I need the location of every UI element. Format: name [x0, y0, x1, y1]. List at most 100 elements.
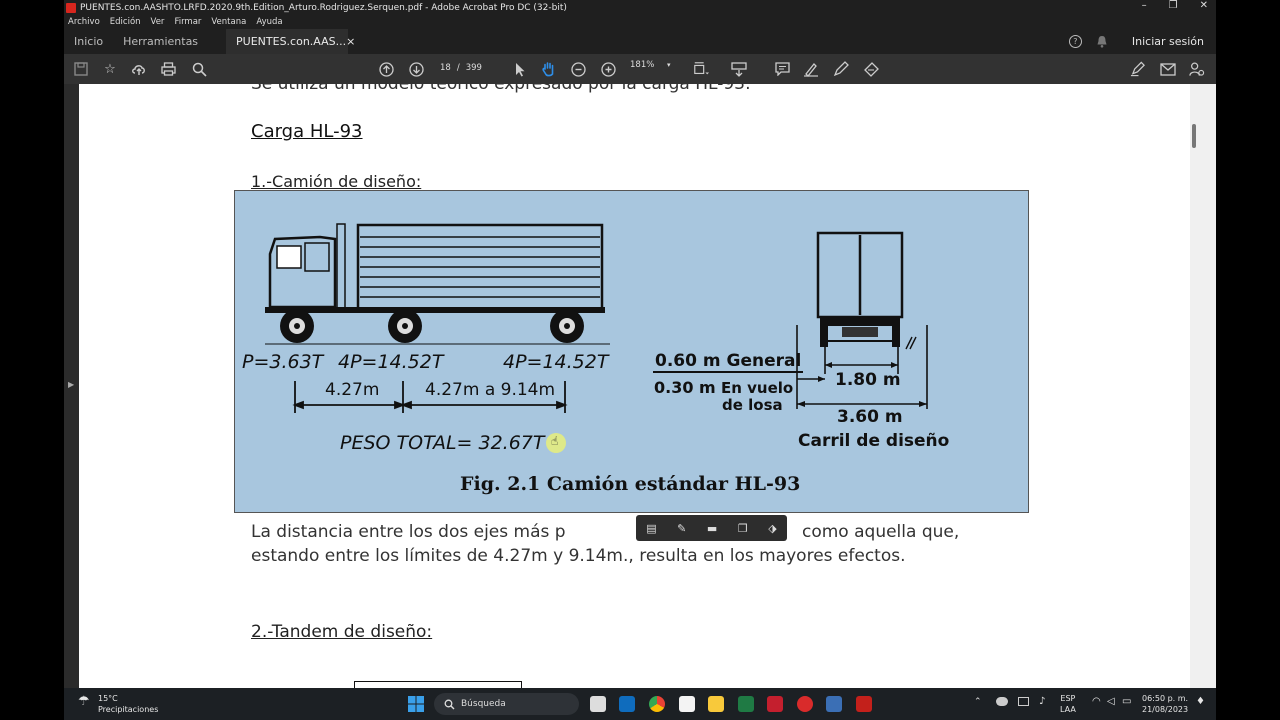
fit-page-icon[interactable]	[693, 61, 709, 77]
minimize-button[interactable]: –	[1142, 0, 1147, 11]
vertical-scrollbar[interactable]	[1190, 84, 1216, 688]
notification-bell-icon[interactable]: ♦	[1196, 696, 1205, 707]
tab-herramientas[interactable]: Herramientas	[113, 29, 208, 54]
search-placeholder: Búsqueda	[461, 699, 506, 709]
scrollbar-thumb[interactable]	[1192, 124, 1196, 148]
taskbar-search[interactable]: Búsqueda	[434, 693, 579, 715]
subheading-camion: 1.-Camión de diseño:	[251, 172, 422, 191]
strikethrough-icon[interactable]: ▬	[707, 522, 717, 535]
volume-icon[interactable]: ◁	[1107, 696, 1115, 707]
bell-icon[interactable]	[1096, 35, 1108, 48]
load-p2: 4P=14.52T	[338, 351, 444, 373]
document-viewport[interactable]: ▶ ◀ Se utiliza un modelo teórico expresa…	[64, 84, 1216, 688]
maximize-button[interactable]: ❐	[1169, 0, 1178, 11]
fill-sign-icon[interactable]: ⬗	[768, 522, 776, 535]
excel-icon[interactable]	[738, 696, 754, 712]
signin-button[interactable]: Iniciar sesión	[1132, 35, 1204, 48]
acrobat-taskbar-icon[interactable]	[856, 696, 872, 712]
tab-inicio[interactable]: Inicio	[64, 29, 113, 54]
zoom-value: 181%	[630, 60, 655, 70]
windows-taskbar: ☂ 15°C Precipitaciones Búsqueda ⌃ ♪ ESP …	[64, 688, 1216, 720]
keyboard-layout: LAA	[1060, 705, 1076, 714]
chrome-icon[interactable]	[649, 696, 665, 712]
weather-rain-icon[interactable]: ☂	[78, 694, 90, 709]
next-page-icon[interactable]	[408, 61, 424, 77]
save-icon[interactable]	[73, 61, 89, 77]
clearance-overhang-label-2: de losa	[722, 396, 783, 414]
current-page-input[interactable]: 18	[440, 63, 451, 73]
tray-chevron-up-icon[interactable]: ⌃	[974, 697, 982, 707]
copy-icon[interactable]: ❐	[738, 522, 748, 535]
highlight-pen-icon[interactable]	[803, 61, 819, 77]
search-icon[interactable]	[191, 61, 207, 77]
help-icon[interactable]: ?	[1068, 35, 1082, 48]
select-pointer-icon[interactable]	[512, 61, 528, 77]
acrobat-window: PUENTES.con.AASHTO.LRFD.2020.9th.Edition…	[64, 0, 1216, 720]
window-title: PUENTES.con.AASHTO.LRFD.2020.9th.Edition…	[80, 2, 567, 13]
tab-close-button[interactable]: ×	[346, 35, 355, 48]
task-view-icon[interactable]	[590, 696, 606, 712]
display-icon[interactable]	[1018, 697, 1029, 706]
close-window-button[interactable]: ✕	[1200, 0, 1208, 11]
truck-side-view-drawing	[265, 223, 610, 345]
print-icon[interactable]	[160, 61, 176, 77]
battery-icon[interactable]: ▭	[1122, 696, 1131, 707]
autocad-icon[interactable]	[767, 696, 783, 712]
search-icon	[444, 699, 455, 709]
edit-pdf-icon[interactable]	[1130, 61, 1146, 77]
record-icon[interactable]	[797, 696, 813, 712]
menu-archivo[interactable]: Archivo	[68, 17, 100, 27]
page-navigator: 18 / 399	[437, 60, 485, 76]
tab-document-label: PUENTES.con.AAS...	[236, 35, 347, 48]
comment-icon[interactable]: ▤	[646, 522, 656, 535]
load-p3: 4P=14.52T	[503, 351, 609, 373]
menu-edicion[interactable]: Edición	[110, 17, 141, 27]
outlook-icon[interactable]	[619, 696, 635, 712]
left-panel-toggle-icon[interactable]: ▶	[68, 380, 74, 389]
figure-caption: Fig. 2.1 Camión estándar HL-93	[460, 473, 801, 495]
file-icon[interactable]	[679, 696, 695, 712]
menu-bar: Archivo Edición Ver Firmar Ventana Ayuda	[64, 15, 1216, 29]
paragraph-line-1b: como aquella que,	[802, 522, 960, 542]
scroll-mode-icon[interactable]	[731, 61, 747, 77]
fill-sign-icon[interactable]	[863, 61, 879, 77]
clock-date: 21/08/2023	[1142, 705, 1189, 714]
draw-pencil-icon[interactable]	[833, 61, 849, 77]
zoom-out-icon[interactable]	[570, 61, 586, 77]
email-icon[interactable]	[1160, 61, 1176, 77]
microphone-icon[interactable]: ♪	[1039, 696, 1045, 707]
menu-ayuda[interactable]: Ayuda	[256, 17, 282, 27]
total-pages: 399	[465, 63, 482, 73]
file-explorer-icon[interactable]	[708, 696, 724, 712]
comment-icon[interactable]	[774, 61, 790, 77]
total-weight: PESO TOTAL= 32.67T	[340, 432, 545, 454]
clock[interactable]: 06:50 p. m. 21/08/2023	[1142, 693, 1188, 715]
menu-ventana[interactable]: Ventana	[211, 17, 246, 27]
cloud-upload-icon[interactable]	[131, 61, 147, 77]
wifi-icon[interactable]: ◠	[1092, 696, 1101, 707]
highlight-icon[interactable]: ✎	[677, 522, 686, 535]
main-toolbar: ☆ 18 / 399 181% ▾	[64, 54, 1216, 84]
paragraph-line-1a: La distancia entre los dos ejes más p	[251, 522, 566, 542]
tab-document[interactable]: PUENTES.con.AAS... ×	[226, 29, 355, 54]
section-heading: Carga HL-93	[251, 121, 363, 142]
weather-widget[interactable]: 15°C Precipitaciones	[98, 693, 158, 715]
onedrive-icon[interactable]	[996, 697, 1008, 706]
bookmark-star-icon[interactable]: ☆	[102, 61, 118, 77]
acrobat-icon	[66, 2, 76, 13]
previous-page-icon[interactable]	[378, 61, 394, 77]
zoom-in-icon[interactable]	[600, 61, 616, 77]
windows-start-icon[interactable]	[408, 696, 424, 714]
share-user-icon[interactable]	[1189, 61, 1205, 77]
load-p1: P=3.63T	[242, 351, 324, 373]
menu-ver[interactable]: Ver	[151, 17, 165, 27]
app-b-icon[interactable]	[826, 696, 842, 712]
language-code: ESP	[1060, 694, 1076, 703]
menu-firmar[interactable]: Firmar	[174, 17, 201, 27]
tab-bar: Inicio Herramientas PUENTES.con.AAS... ×…	[64, 29, 1216, 54]
clearance-general: 0.60 m General	[655, 351, 802, 371]
zoom-level-dropdown[interactable]: 181% ▾	[630, 60, 671, 70]
quick-actions-toolbar: ▤ ✎ ▬ ❐ ⬗	[636, 515, 787, 541]
hand-tool-icon[interactable]	[541, 61, 557, 77]
language-indicator[interactable]: ESP LAA	[1060, 693, 1076, 715]
